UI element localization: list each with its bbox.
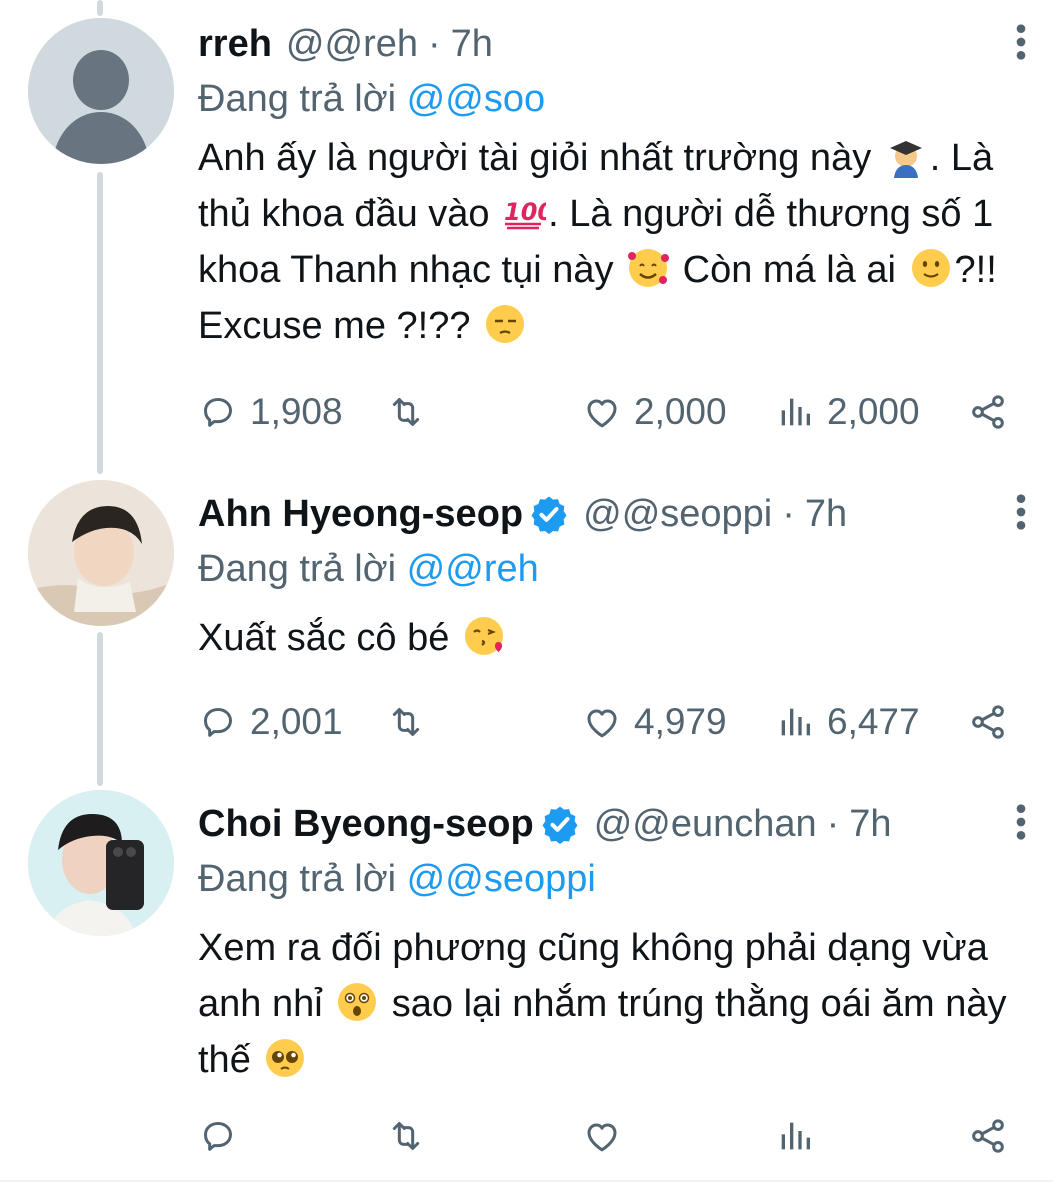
heart-icon [582,1116,622,1156]
reply-button[interactable]: 2,001 [198,696,343,748]
user-handle[interactable]: @@seoppi [583,493,772,536]
like-button[interactable]: 2,000 [582,386,727,438]
tweet-header: Choi Byeong-seop @@eunchan · 7h [198,796,1013,852]
slightly-smiling-face-emoji [911,249,950,287]
replying-to: Đang trả lời @@seoppi [198,852,1013,906]
separator: · [428,22,441,65]
smiling-face-with-hearts-emoji [628,249,670,287]
display-name[interactable]: rreh [198,23,272,66]
profile-photo [28,790,174,936]
tweet-text-part: Còn má là ai [672,249,907,291]
reply-button[interactable] [198,1110,250,1162]
share-icon [968,392,1008,432]
retweet-button[interactable] [386,1110,438,1162]
avatar[interactable] [28,18,174,164]
tweet-text: Anh ấy là người tài giỏi nhất trường này… [198,130,1013,354]
hundred-points-emoji: 100 [504,198,546,230]
astonished-face-emoji [338,983,377,1021]
reply-count: 1,908 [250,391,343,432]
tweet-actions [198,1110,1018,1162]
default-avatar-icon [28,18,174,164]
share-icon [968,702,1008,742]
views-button[interactable]: 2,000 [775,386,920,438]
like-button[interactable]: 4,979 [582,696,727,748]
display-name[interactable]: Choi Byeong-seop [198,803,534,846]
reply-tweet[interactable]: Choi Byeong-seop @@eunchan · 7h Đang trả… [0,780,1053,1182]
retweet-icon [386,392,426,432]
reply-icon [198,702,238,742]
reply-tweet[interactable]: rreh @@reh · 7h Đang trả lời @@soo Anh ấ… [0,0,1053,470]
retweet-button[interactable] [386,386,438,438]
tweet-text: Xem ra đối phương cũng không phải dạng v… [198,920,1013,1088]
more-options-icon[interactable] [1003,22,1039,62]
like-count: 4,979 [634,701,727,742]
reply-tweet[interactable]: Ahn Hyeong-seop @@seoppi · 7h Đang trả l… [0,470,1053,780]
separator: · [826,802,840,845]
share-button[interactable] [968,696,1008,748]
face-blowing-kiss-emoji [464,617,503,655]
retweet-button[interactable] [386,696,438,748]
mention-link[interactable]: @@reh [407,548,539,590]
view-count: 6,477 [827,701,920,742]
views-button[interactable]: 6,477 [775,696,920,748]
verified-badge-icon [540,804,580,844]
tweet-header: rreh @@reh · 7h [198,16,1013,72]
reply-count: 2,001 [250,701,343,742]
replying-to: Đang trả lời @@soo [198,72,1013,126]
graduate-emoji [889,141,922,178]
unamused-face-emoji [486,305,525,343]
more-options-icon[interactable] [1003,492,1039,532]
tweet-actions: 2,001 4,979 6,477 [198,696,1018,748]
reply-icon [198,392,238,432]
tweet-text: Xuất sắc cô bé [198,610,1013,666]
avatar[interactable] [28,480,174,626]
replying-prefix: Đang trả lời [198,78,397,120]
replying-prefix: Đang trả lời [198,548,397,590]
pleading-face-emoji [266,1039,305,1077]
heart-icon [582,702,622,742]
view-count: 2,000 [827,391,920,432]
like-button[interactable] [582,1110,634,1162]
views-icon [775,392,815,432]
mention-link[interactable]: @@soo [407,78,545,120]
profile-photo [28,480,174,626]
tweet-text-part: Xuất sắc cô bé [198,617,460,659]
share-button[interactable] [968,386,1008,438]
heart-icon [582,392,622,432]
timestamp[interactable]: 7h [849,803,891,846]
retweet-icon [386,702,426,742]
timestamp[interactable]: 7h [805,493,847,536]
views-icon [775,1116,815,1156]
user-handle[interactable]: @@eunchan [594,803,817,846]
more-options-icon[interactable] [1003,802,1039,842]
reply-icon [198,1116,238,1156]
mention-link[interactable]: @@seoppi [407,858,596,900]
tweet-actions: 1,908 2,000 2,000 [198,386,1018,438]
svg-text:100: 100 [504,198,546,226]
reply-button[interactable]: 1,908 [198,386,343,438]
views-button[interactable] [775,1110,827,1162]
avatar[interactable] [28,790,174,936]
share-button[interactable] [968,1110,1008,1162]
tweet-header: Ahn Hyeong-seop @@seoppi · 7h [198,486,1013,542]
views-icon [775,702,815,742]
replying-to: Đang trả lời @@reh [198,542,1013,596]
replying-prefix: Đang trả lời [198,858,397,900]
user-handle[interactable]: @@reh [286,23,418,66]
timestamp[interactable]: 7h [451,23,493,66]
verified-badge-icon [529,494,569,534]
display-name[interactable]: Ahn Hyeong-seop [198,493,523,536]
like-count: 2,000 [634,391,727,432]
tweet-text-part: Anh ấy là người tài giỏi nhất trường này [198,137,882,179]
separator: · [782,492,795,535]
retweet-icon [386,1116,426,1156]
share-icon [968,1116,1008,1156]
